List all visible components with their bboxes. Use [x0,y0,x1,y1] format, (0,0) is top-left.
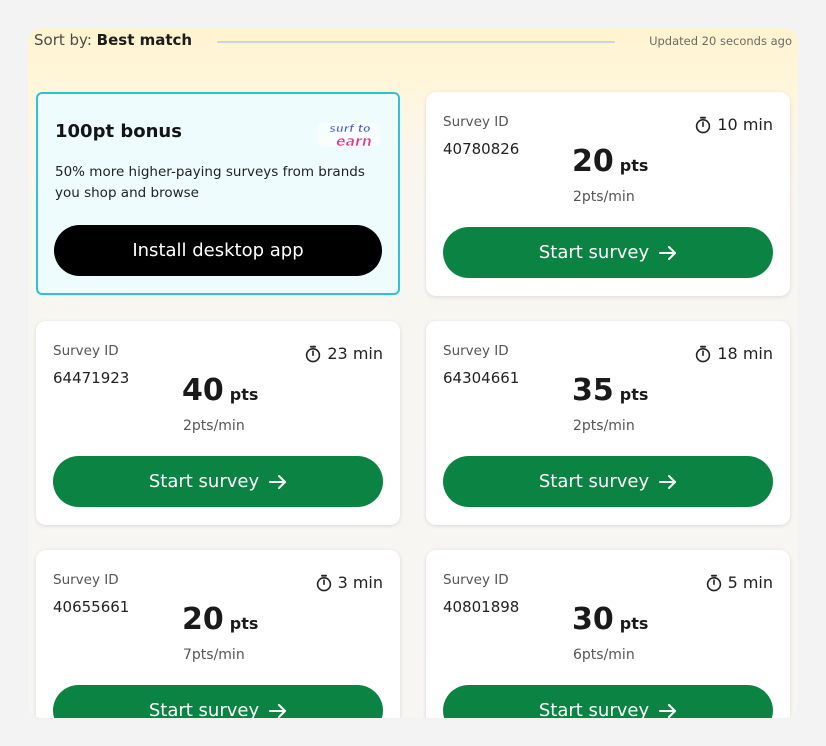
arrow-right-icon [269,703,287,719]
points-value: 35 [572,373,614,408]
arrow-right-icon [659,703,677,719]
points-value: 20 [182,602,224,637]
last-updated-text: Updated 20 seconds ago [649,34,792,48]
sort-control[interactable]: Sort by: Best match [34,31,192,49]
survey-list-panel: Sort by: Best match Updated 20 seconds a… [28,28,798,718]
points-rate: 2pts/min [573,418,635,434]
points-rate: 6pts/min [573,647,635,663]
duration-text: 3 min [337,573,383,592]
promo-title: 100pt bonus [55,121,182,142]
stopwatch-icon [306,345,321,362]
survey-duration: 18 min [695,344,773,363]
points-unit: pts [229,385,259,404]
promo-card: 100pt bonus surf to earn 50% more higher… [36,92,400,295]
start-survey-label: Start survey [538,700,650,718]
points-unit: pts [619,156,649,175]
survey-duration: 10 min [695,115,773,134]
arrow-right-icon [269,474,287,490]
promo-description: 50% more higher-paying surveys from bran… [55,164,365,201]
stopwatch-icon [706,574,721,591]
start-survey-label: Start survey [538,242,650,263]
surf-to-earn-logo: surf to earn [317,122,381,150]
sort-value: Best match [96,31,193,49]
survey-id-label: Survey ID [443,343,509,359]
survey-duration: 5 min [706,573,773,592]
sort-prefix: Sort by: [34,31,97,49]
survey-id-value: 40780826 [443,140,520,158]
stopwatch-icon [696,345,711,362]
survey-card: Survey ID 40655661 3 min 20 pts 7pts/min… [36,550,400,718]
points-unit: pts [229,614,259,633]
survey-card: Survey ID 40780826 10 min 20 pts 2pts/mi… [426,92,790,296]
start-survey-button[interactable]: Start survey [443,685,773,718]
points-rate: 7pts/min [183,647,245,663]
points-unit: pts [619,385,649,404]
survey-id-label: Survey ID [443,114,509,130]
points-unit: pts [619,614,649,633]
points-value: 20 [572,144,614,179]
duration-text: 5 min [727,573,773,592]
survey-points: 35 pts [572,373,648,408]
install-desktop-app-button[interactable]: Install desktop app [54,225,382,276]
survey-duration: 3 min [316,573,383,592]
survey-points: 40 pts [182,373,258,408]
start-survey-label: Start survey [538,471,650,492]
survey-id-label: Survey ID [53,572,119,588]
start-survey-button[interactable]: Start survey [53,456,383,507]
survey-points: 20 pts [182,602,258,637]
arrow-right-icon [659,474,677,490]
survey-id-label: Survey ID [443,572,509,588]
start-survey-label: Start survey [148,700,260,718]
survey-points: 20 pts [572,144,648,179]
survey-points: 30 pts [572,602,648,637]
points-value: 30 [572,602,614,637]
survey-card: Survey ID 64304661 18 min 35 pts 2pts/mi… [426,321,790,525]
duration-text: 10 min [717,115,773,134]
arrow-right-icon [659,245,677,261]
survey-id-value: 40801898 [443,598,520,616]
start-survey-label: Start survey [148,471,260,492]
points-value: 40 [182,373,224,408]
stopwatch-icon [316,574,331,591]
survey-card: Survey ID 40801898 5 min 30 pts 6pts/min… [426,550,790,718]
survey-id-value: 64304661 [443,369,520,387]
divider [217,41,615,43]
duration-text: 23 min [327,344,383,363]
points-rate: 2pts/min [573,189,635,205]
points-rate: 2pts/min [183,418,245,434]
start-survey-button[interactable]: Start survey [443,456,773,507]
start-survey-button[interactable]: Start survey [443,227,773,278]
survey-id-value: 40655661 [53,598,130,616]
stopwatch-icon [696,116,711,133]
survey-duration: 23 min [305,344,383,363]
sort-bar: Sort by: Best match Updated 20 seconds a… [28,28,798,56]
survey-id-label: Survey ID [53,343,119,359]
duration-text: 18 min [717,344,773,363]
survey-id-value: 64471923 [53,369,130,387]
survey-card: Survey ID 64471923 23 min 40 pts 2pts/mi… [36,321,400,525]
start-survey-button[interactable]: Start survey [53,685,383,718]
logo-text-line2: earn [336,134,372,150]
